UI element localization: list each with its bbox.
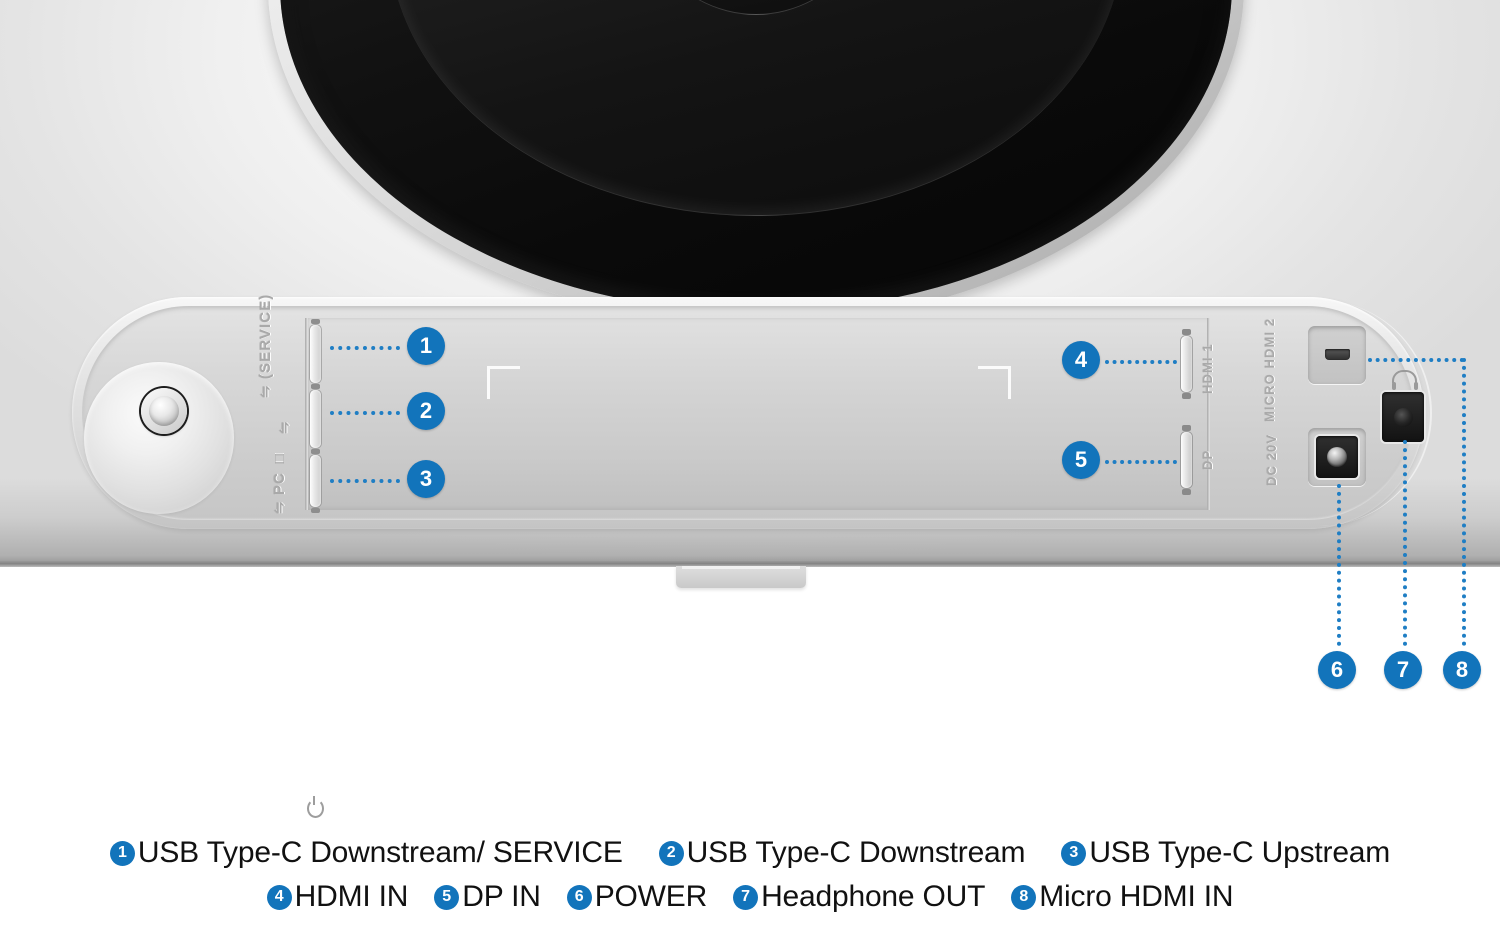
alignment-bracket-right <box>978 366 1011 399</box>
legend-item-4: 4 HDMI IN <box>266 880 409 914</box>
leader-line-8-vertical <box>1462 358 1466 646</box>
diagram-stage: ⇋ (SERVICE) ⇋ ⇋ PC □ HDMI 1 DP MICRO HDM… <box>0 0 1500 950</box>
callout-badge-7[interactable]: 7 <box>1384 651 1422 689</box>
leader-line-1 <box>330 346 400 350</box>
legend-item-5: 5 DP IN <box>434 880 541 914</box>
etch-label-hdmi1: HDMI 1 <box>1200 343 1215 394</box>
power-joystick-knob[interactable] <box>149 396 324 818</box>
legend-badge-6: 6 <box>566 884 592 910</box>
leader-line-2 <box>330 411 400 415</box>
legend-row-1: 1 USB Type-C Downstream/ SERVICE 2 USB T… <box>109 836 1390 870</box>
port-dp-in[interactable] <box>1181 425 1192 495</box>
legend: 1 USB Type-C Downstream/ SERVICE 2 USB T… <box>0 836 1500 914</box>
stand-mount-ring-3 <box>606 0 906 15</box>
legend-item-1: 1 USB Type-C Downstream/ SERVICE <box>109 836 623 870</box>
legend-item-8: 8 Micro HDMI IN <box>1011 880 1234 914</box>
legend-label-1: USB Type-C Downstream/ SERVICE <box>137 836 623 869</box>
legend-badge-1: 1 <box>109 840 135 866</box>
leader-line-3 <box>330 479 400 483</box>
legend-item-3: 3 USB Type-C Upstream <box>1061 836 1390 870</box>
legend-item-6: 6 POWER <box>566 880 708 914</box>
callout-badge-8[interactable]: 8 <box>1443 651 1481 689</box>
leader-line-5 <box>1105 460 1177 464</box>
alignment-bracket-left <box>487 366 520 399</box>
leader-line-4 <box>1105 360 1177 364</box>
legend-item-7: 7 Headphone OUT <box>733 880 985 914</box>
dc-power-pin <box>1327 447 1347 467</box>
usb-bay-left-divider <box>305 318 308 510</box>
etch-label-usb1: ⇋ (SERVICE) <box>257 293 274 398</box>
callout-badge-3[interactable]: 3 <box>407 460 445 498</box>
legend-item-2: 2 USB Type-C Downstream <box>658 836 1026 870</box>
legend-row-2: 4 HDMI IN 5 DP IN 6 POWER 7 Headphone OU… <box>266 880 1234 914</box>
legend-label-8: Micro HDMI IN <box>1039 880 1234 913</box>
leader-line-7 <box>1403 440 1407 646</box>
port-hdmi-in[interactable] <box>1181 329 1192 399</box>
callout-badge-1[interactable]: 1 <box>407 327 445 365</box>
leader-line-6 <box>1337 484 1341 646</box>
callout-badge-6[interactable]: 6 <box>1318 651 1356 689</box>
headphone-jack-hole <box>1394 408 1413 427</box>
etch-label-dc20v: DC 20V <box>1264 433 1279 486</box>
legend-label-5: DP IN <box>462 880 541 913</box>
legend-label-3: USB Type-C Upstream <box>1089 836 1391 869</box>
callout-badge-4[interactable]: 4 <box>1062 341 1100 379</box>
callout-badge-2[interactable]: 2 <box>407 392 445 430</box>
callout-badge-5[interactable]: 5 <box>1062 441 1100 479</box>
legend-badge-2: 2 <box>658 840 684 866</box>
etch-label-micro-hdmi2: MICRO HDMI 2 <box>1262 317 1277 422</box>
legend-label-6: POWER <box>594 880 708 913</box>
power-joystick-dish <box>84 362 234 514</box>
legend-label-2: USB Type-C Downstream <box>686 836 1026 869</box>
legend-badge-4: 4 <box>266 884 292 910</box>
port-micro-hdmi-in[interactable] <box>1325 349 1350 360</box>
etch-label-usb3: ⇋ PC □ <box>271 448 288 514</box>
etch-label-dp: DP <box>1200 449 1215 470</box>
stand-mount-ring-2 <box>388 0 1124 216</box>
power-icon <box>307 796 324 818</box>
legend-badge-7: 7 <box>733 884 759 910</box>
legend-label-7: Headphone OUT <box>761 880 986 913</box>
etch-label-usb2: ⇋ <box>276 420 293 434</box>
legend-label-4: HDMI IN <box>294 880 409 913</box>
headphone-icon <box>1391 370 1418 390</box>
port-usb-c-downstream-service[interactable] <box>310 319 321 389</box>
port-usb-c-upstream[interactable] <box>310 449 321 513</box>
legend-badge-8: 8 <box>1011 884 1037 910</box>
port-usb-c-downstream[interactable] <box>310 384 321 454</box>
leader-line-8-horizontal <box>1368 358 1464 362</box>
stand-neck-tab <box>676 566 806 588</box>
legend-badge-5: 5 <box>434 884 460 910</box>
legend-badge-3: 3 <box>1061 840 1087 866</box>
